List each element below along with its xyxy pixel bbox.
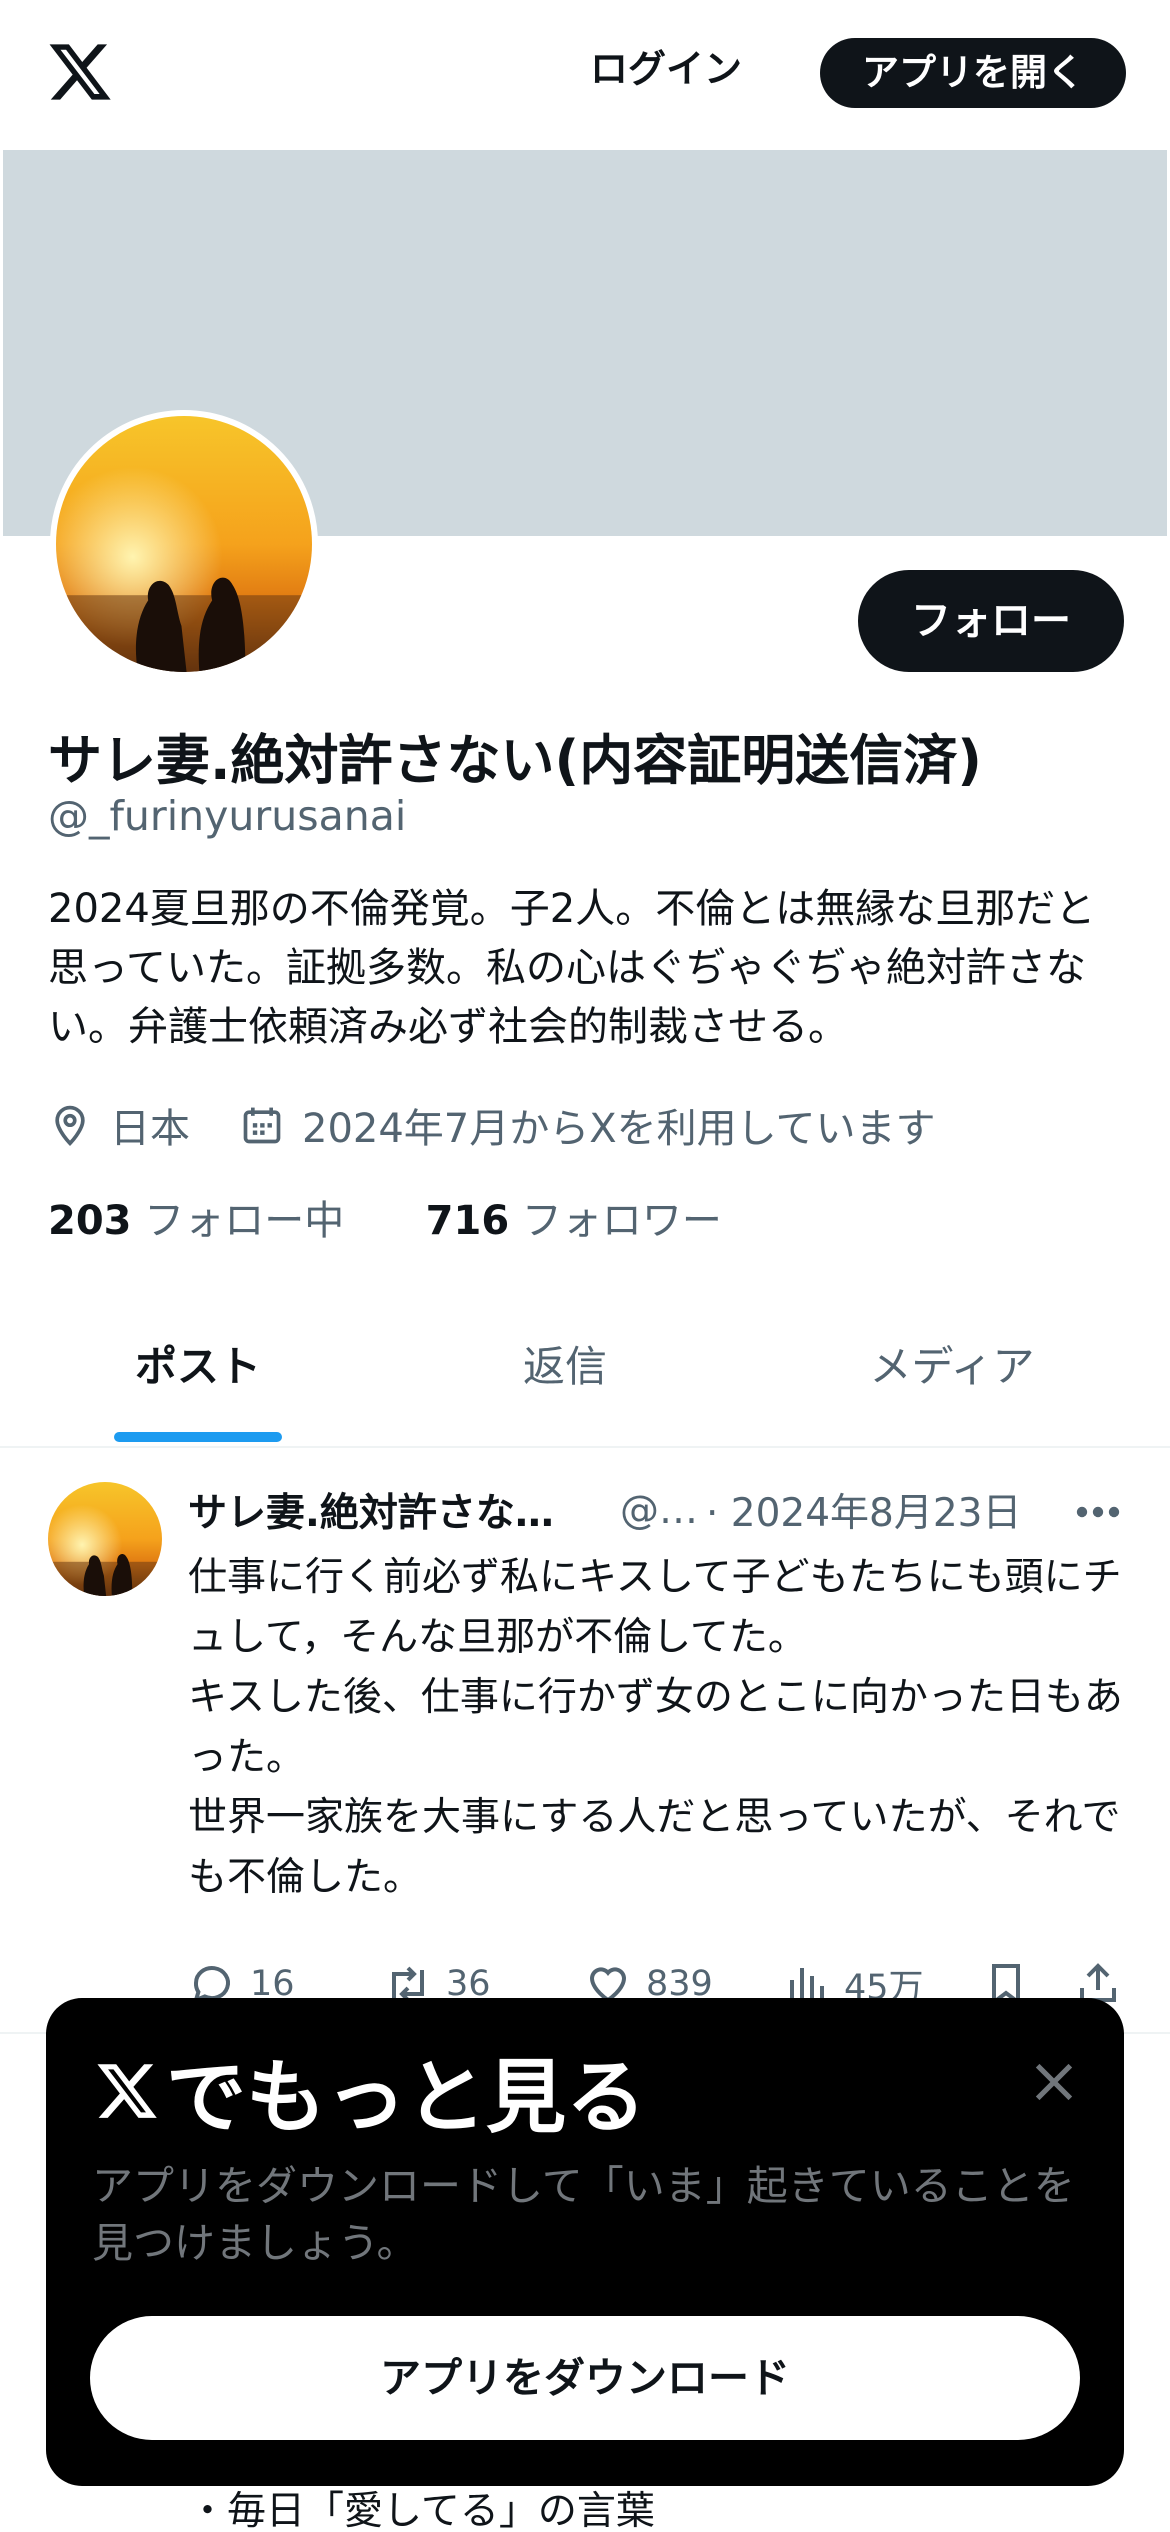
profile-handle: @_furinyurusanai xyxy=(48,792,407,840)
tab-media[interactable]: メディア xyxy=(734,1300,1170,1446)
sheet-title: でもっと見る xyxy=(94,2036,646,2146)
post-author-handle[interactable]: @… xyxy=(620,1488,698,1533)
close-icon[interactable] xyxy=(1026,2054,1082,2110)
more-options-icon[interactable] xyxy=(1072,1492,1124,1532)
tab-posts[interactable]: ポスト xyxy=(0,1300,396,1446)
x-logo-icon xyxy=(97,2064,157,2118)
follow-button[interactable]: フォロー xyxy=(858,570,1124,672)
followers-count: 716 xyxy=(425,1198,510,1244)
followers-link[interactable]: 716 フォロワー xyxy=(426,1198,722,1244)
following-count: 203 xyxy=(48,1198,132,1244)
profile-tabs: ポスト 返信 メディア xyxy=(0,1300,1170,1448)
download-app-button[interactable]: アプリをダウンロード xyxy=(90,2316,1080,2440)
following-label: フォロー中 xyxy=(144,1198,345,1244)
post-item[interactable]: サレ妻.絶対許さな… @… · 2024年8月23日 仕事に行く前必ず私にキスし… xyxy=(0,1448,1170,2034)
post-author-name[interactable]: サレ妻.絶対許さな… xyxy=(188,1482,588,1538)
calendar-icon xyxy=(243,1107,281,1144)
post-text-partial: ・毎日「愛してる」の言葉 xyxy=(188,2489,655,2532)
following-link[interactable]: 203 フォロー中 xyxy=(48,1198,344,1244)
tab-replies[interactable]: 返信 xyxy=(396,1300,734,1446)
profile-avatar[interactable] xyxy=(50,410,318,678)
profile-meta: 日本 2024年7月からXを利用しています xyxy=(48,1095,935,1155)
sheet-title-text: でもっと見る xyxy=(166,2051,646,2144)
x-logo-icon[interactable] xyxy=(46,38,114,106)
location-text: 日本 xyxy=(110,1106,190,1152)
post-header: サレ妻.絶対許さな… @… · 2024年8月23日 xyxy=(188,1476,1022,1544)
joined-text: 2024年7月からXを利用しています xyxy=(302,1106,936,1152)
location-icon xyxy=(55,1105,85,1146)
active-tab-indicator xyxy=(114,1432,282,1442)
app-download-sheet: でもっと見る アプリをダウンロードして「いま」起きていることを見つけましょう。 … xyxy=(46,1998,1124,2486)
login-link[interactable]: ログイン xyxy=(590,38,742,100)
profile-bio: 2024夏旦那の不倫発覚。子2人。不倫とは無縁な旦那だと思っていた。証拠多数。私… xyxy=(48,886,1096,1050)
followers-label: フォロワー xyxy=(521,1198,722,1244)
sheet-subtitle: アプリをダウンロードして「いま」起きていることを見つけましょう。 xyxy=(92,2162,1075,2267)
post-text: 仕事に行く前必ず私にキスして子どもたちにも頭にチュして，そんな旦那が不倫してた。… xyxy=(188,1555,1123,1900)
follow-stats: 203 フォロー中 716 フォロワー xyxy=(48,1188,722,1246)
post-date[interactable]: · 2024年8月23日 xyxy=(706,1482,1022,1538)
open-app-button[interactable]: アプリを開く xyxy=(820,38,1126,108)
post-avatar[interactable] xyxy=(48,1482,162,1596)
top-bar: ログイン アプリを開く xyxy=(0,0,1170,150)
display-name: サレ妻.絶対許さない(内容証明送信済) xyxy=(48,729,982,792)
